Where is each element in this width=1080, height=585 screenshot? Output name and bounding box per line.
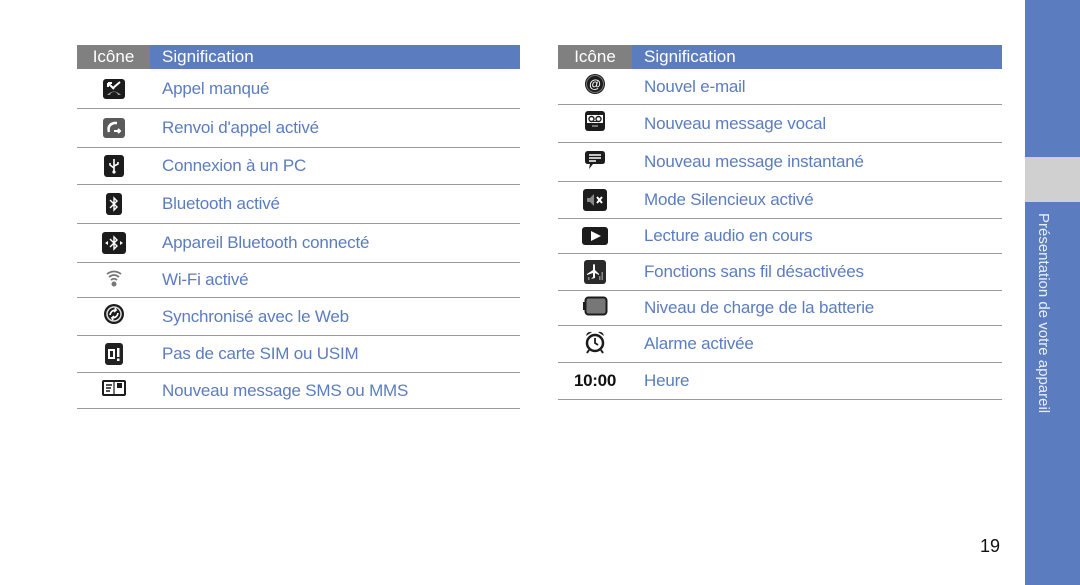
- table-row: Wi-Fi activé: [77, 263, 520, 298]
- header-meaning-column: Signification: [632, 45, 1002, 69]
- table-row: 10:00 Heure: [558, 363, 1002, 400]
- airplane-mode-icon: [584, 260, 606, 284]
- svg-text:@: @: [589, 77, 601, 91]
- row-text: Nouveau message vocal: [644, 113, 826, 133]
- section-title: Présentation de votre appareil: [1035, 213, 1052, 414]
- silent-mode-icon: [583, 189, 607, 211]
- table-row: Nouveau message instantané: [558, 143, 1002, 182]
- header-icon-column: Icône: [77, 45, 150, 69]
- row-text: Nouveau message SMS ou MMS: [162, 380, 409, 400]
- section-sidebar: Présentation de votre appareil: [1025, 0, 1080, 585]
- time-display: 10:00: [574, 371, 616, 390]
- no-sim-icon: [104, 343, 123, 365]
- call-forward-icon: [102, 118, 125, 138]
- icon-table-right: Icône Signification @ Nouvel e-mail Nouv…: [558, 45, 1002, 400]
- row-text: Nouveau message instantané: [644, 152, 864, 171]
- row-text: Mode Silencieux activé: [644, 190, 814, 209]
- bluetooth-connected-icon: [101, 232, 126, 254]
- row-text: Alarme activée: [644, 334, 754, 353]
- sms-icon: [101, 379, 127, 402]
- table-header: Icône Signification: [558, 45, 1002, 69]
- table-row: Nouveau message vocal: [558, 105, 1002, 143]
- row-text: Niveau de charge de la batterie: [644, 298, 875, 317]
- row-text: Connexion à un PC: [162, 156, 307, 175]
- sync-icon: [103, 303, 125, 330]
- battery-icon: [582, 296, 608, 321]
- table-row: Renvoi d'appel activé: [77, 109, 520, 148]
- page-number: 19: [980, 536, 1001, 556]
- email-icon: @: [584, 73, 606, 100]
- table-row: Niveau de charge de la batterie: [558, 291, 1002, 326]
- table-row: Mode Silencieux activé: [558, 182, 1002, 219]
- table-row: Appel manqué: [77, 69, 520, 109]
- row-text: Heure: [644, 371, 690, 390]
- bluetooth-icon: [105, 193, 122, 215]
- voicemail-icon: [584, 110, 606, 137]
- table-row: Bluetooth activé: [77, 185, 520, 224]
- row-text: Wi-Fi activé: [162, 270, 249, 289]
- table-header: Icône Signification: [77, 45, 520, 69]
- row-text: Fonctions sans fil désactivées: [644, 262, 864, 281]
- row-text: Appareil Bluetooth connecté: [162, 233, 370, 252]
- table-row: Lecture audio en cours: [558, 219, 1002, 254]
- icon-table-left: Icône Signification Appel manqué Renvoi …: [77, 45, 520, 409]
- table-row: Alarme activée: [558, 326, 1002, 363]
- row-text: Synchronisé avec le Web: [162, 306, 349, 326]
- row-text: Lecture audio en cours: [644, 226, 813, 245]
- header-meaning-column: Signification: [150, 45, 520, 69]
- header-icon-column: Icône: [558, 45, 632, 69]
- row-text: Nouvel e-mail: [644, 76, 746, 96]
- section-tab-marker: [1025, 157, 1080, 202]
- row-text: Bluetooth activé: [162, 194, 280, 213]
- table-row: Synchronisé avec le Web: [77, 298, 520, 336]
- table-row: Appareil Bluetooth connecté: [77, 224, 520, 263]
- table-row: Nouveau message SMS ou MMS: [77, 373, 520, 409]
- row-text: Pas de carte SIM ou USIM: [162, 344, 359, 363]
- usb-icon: [103, 155, 124, 177]
- instant-message-icon: [584, 149, 606, 176]
- table-row: Pas de carte SIM ou USIM: [77, 336, 520, 373]
- table-row: @ Nouvel e-mail: [558, 69, 1002, 105]
- row-text: Appel manqué: [162, 78, 270, 98]
- alarm-icon: [584, 330, 606, 359]
- table-row: Fonctions sans fil désactivées: [558, 254, 1002, 291]
- table-row: Connexion à un PC: [77, 148, 520, 185]
- play-icon: [582, 227, 608, 245]
- missed-call-icon: [102, 78, 125, 99]
- wifi-icon: [105, 268, 123, 293]
- row-text: Renvoi d'appel activé: [162, 118, 319, 137]
